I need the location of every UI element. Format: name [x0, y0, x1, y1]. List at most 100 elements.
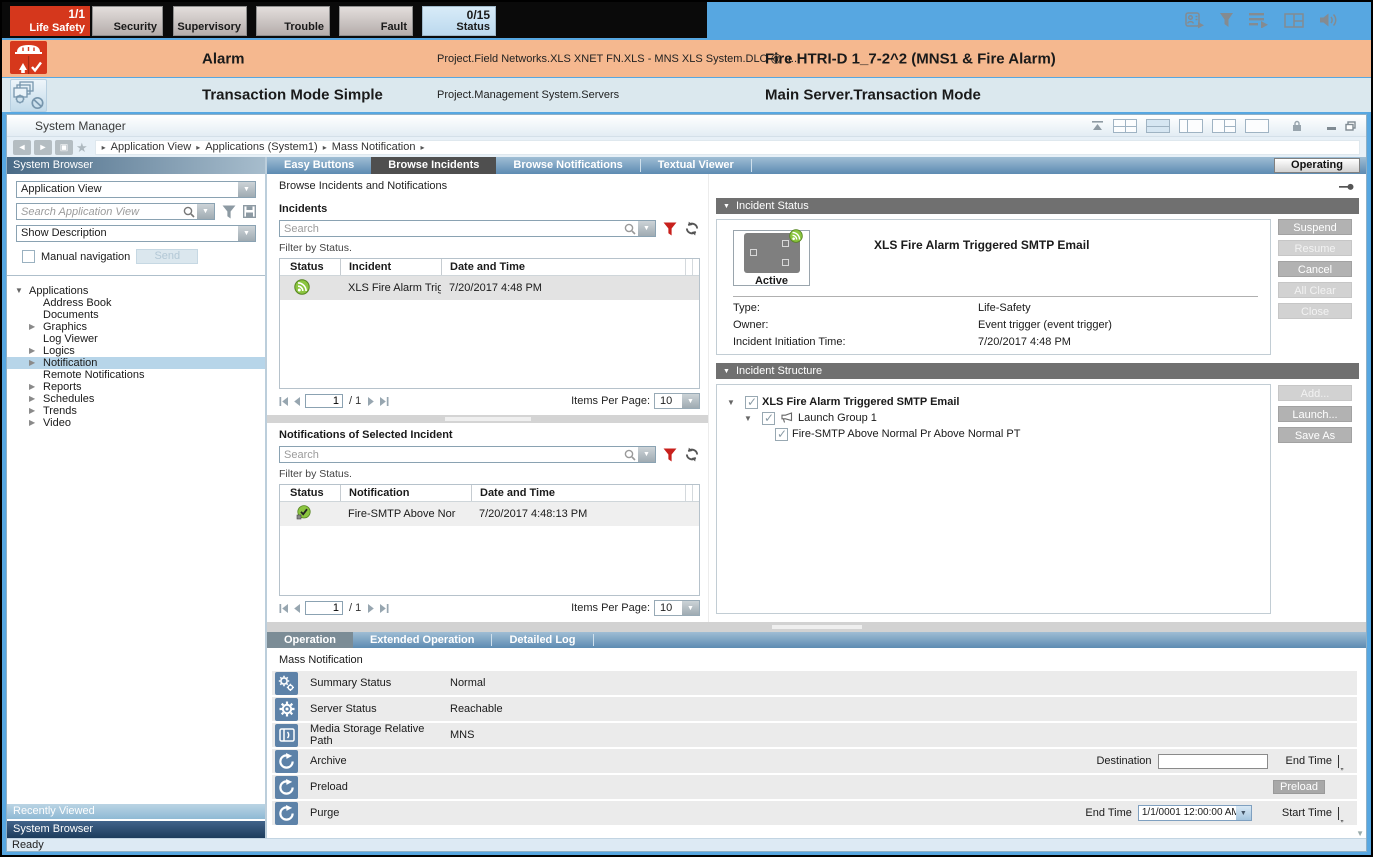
breadcrumb-item-mass-notification[interactable]: Mass Notification — [332, 141, 416, 153]
refresh-icon[interactable] — [684, 447, 700, 462]
suspend-button[interactable]: Suspend — [1278, 219, 1352, 235]
refresh-icon[interactable] — [684, 221, 700, 236]
tab-browse-notifications[interactable]: Browse Notifications — [496, 157, 639, 174]
destination-input[interactable] — [1158, 754, 1268, 769]
col-notification[interactable]: Notification — [340, 485, 471, 501]
tree-item-trends[interactable]: Trends — [7, 405, 265, 417]
structure-group-row[interactable]: Launch Group 1 — [727, 410, 1270, 426]
breadcrumb-item-applications[interactable]: Applications (System1) — [205, 141, 318, 153]
structure-checkbox[interactable] — [745, 396, 758, 409]
expander-icon[interactable] — [29, 381, 43, 393]
filter-icon[interactable] — [663, 448, 677, 462]
tab-detailed-log[interactable]: Detailed Log — [492, 632, 592, 648]
smoke-detector-icon[interactable] — [10, 41, 47, 74]
tree-item-graphics[interactable]: Graphics — [7, 321, 265, 333]
all-clear-button[interactable]: All Clear — [1278, 282, 1352, 298]
items-per-page-dropdown[interactable]: 10 — [654, 393, 700, 409]
layout-grid-icon[interactable] — [1113, 119, 1137, 133]
tree-item-applications[interactable]: Applications — [7, 285, 265, 297]
chevron-down-icon[interactable] — [682, 394, 699, 408]
cancel-button[interactable]: Cancel — [1278, 261, 1352, 277]
expander-icon[interactable] — [29, 417, 43, 429]
layout-left-icon[interactable] — [1179, 119, 1203, 133]
layout-mixed-icon[interactable] — [1212, 119, 1236, 133]
alarm-event-row[interactable]: Alarm Project.Field Networks.XLS XNET FN… — [2, 40, 1371, 77]
vertical-splitter[interactable] — [708, 174, 716, 622]
transaction-mode-icon[interactable] — [10, 79, 47, 112]
tree-item-logics[interactable]: Logics — [7, 345, 265, 357]
chevron-down-icon[interactable] — [238, 182, 255, 197]
trouble-button[interactable]: Trouble — [256, 6, 330, 36]
notification-row[interactable]: Fire-SMTP Above Nor 7/20/2017 4:48:13 PM — [280, 502, 699, 526]
gear-icon[interactable] — [275, 698, 298, 721]
prev-page-icon[interactable] — [293, 604, 301, 613]
expander-icon[interactable] — [727, 398, 741, 407]
forward-button[interactable]: ► — [34, 140, 52, 155]
security-button[interactable]: Security — [92, 6, 163, 36]
last-page-icon[interactable] — [379, 397, 389, 406]
purge-end-time-dropdown[interactable]: 1/1/0001 12:00:00 AM — [1138, 805, 1252, 821]
launch-button[interactable]: Launch... — [1278, 406, 1352, 422]
expander-icon[interactable] — [29, 345, 43, 357]
expander-icon[interactable] — [29, 405, 43, 417]
structure-checkbox[interactable] — [775, 428, 788, 441]
col-status[interactable]: Status — [280, 487, 340, 499]
incidents-search-input[interactable] — [280, 221, 624, 236]
structure-root-row[interactable]: XLS Fire Alarm Triggered SMTP Email — [727, 394, 1270, 410]
recently-viewed-tab[interactable]: Recently Viewed — [7, 804, 265, 819]
chevron-down-icon[interactable] — [197, 204, 214, 219]
tab-extended-operation[interactable]: Extended Operation — [353, 632, 492, 648]
view-dropdown[interactable]: Application View — [16, 181, 256, 198]
structure-leaf-row[interactable]: Fire-SMTP Above Normal Pr Above Normal P… — [727, 426, 1270, 442]
tree-item-address-book[interactable]: Address Book — [7, 297, 265, 309]
main-horizontal-splitter[interactable] — [267, 622, 1366, 632]
operator-icon[interactable] — [1185, 12, 1204, 29]
add-button[interactable]: Add... — [1278, 385, 1352, 401]
manual-navigation-checkbox[interactable] — [22, 250, 35, 263]
sidebar-search-input[interactable] — [17, 204, 183, 219]
chevron-down-icon[interactable] — [682, 601, 699, 615]
end-time-field[interactable] — [1338, 755, 1347, 768]
event-list-icon[interactable] — [1249, 12, 1269, 28]
notifications-search-input[interactable] — [280, 447, 624, 462]
tree-item-reports[interactable]: Reports — [7, 381, 265, 393]
next-page-icon[interactable] — [367, 397, 375, 406]
save-as-button[interactable]: Save As — [1278, 427, 1352, 443]
layout-hsplit-icon[interactable] — [1146, 119, 1170, 133]
incident-status-header[interactable]: ▼ Incident Status — [716, 198, 1359, 214]
expander-icon[interactable] — [29, 321, 43, 333]
chevron-down-icon[interactable] — [238, 226, 255, 241]
tab-easy-buttons[interactable]: Easy Buttons — [267, 157, 371, 174]
split-window-icon[interactable] — [1284, 13, 1304, 28]
col-incident[interactable]: Incident — [340, 259, 441, 275]
last-page-icon[interactable] — [379, 604, 389, 613]
items-per-page-dropdown[interactable]: 10 — [654, 600, 700, 616]
incident-structure-header[interactable]: ▼ Incident Structure — [716, 363, 1359, 379]
col-status[interactable]: Status — [280, 261, 340, 273]
page-number-input[interactable] — [305, 394, 343, 408]
send-button[interactable]: Send — [136, 249, 198, 264]
scroll-down-icon[interactable]: ▼ — [1356, 829, 1364, 838]
tree-item-remote-notifications[interactable]: Remote Notifications — [7, 369, 265, 381]
tab-operation[interactable]: Operation — [267, 632, 353, 648]
filter-icon[interactable] — [663, 222, 677, 236]
restore-icon[interactable] — [1345, 121, 1356, 131]
life-safety-button[interactable]: 1/1 Life Safety — [10, 6, 90, 36]
purge-icon[interactable] — [275, 802, 298, 825]
tree-item-log-viewer[interactable]: Log Viewer — [7, 333, 265, 345]
lock-icon[interactable] — [1292, 120, 1302, 132]
expander-icon[interactable] — [15, 285, 29, 297]
archive-icon[interactable] — [275, 750, 298, 773]
col-datetime[interactable]: Date and Time — [441, 259, 685, 275]
filter-icon[interactable] — [222, 205, 236, 219]
expander-icon[interactable] — [29, 357, 43, 369]
next-page-icon[interactable] — [367, 604, 375, 613]
preload-icon[interactable] — [275, 776, 298, 799]
collapse-icon[interactable] — [1091, 121, 1104, 131]
chevron-down-icon[interactable] — [638, 447, 655, 462]
incident-row[interactable]: XLS Fire Alarm Triggere 7/20/2017 4:48 P… — [280, 276, 699, 300]
save-icon[interactable] — [243, 205, 256, 218]
transaction-event-row[interactable]: Transaction Mode Simple Project.Manageme… — [2, 78, 1371, 112]
page-number-input[interactable] — [305, 601, 343, 615]
structure-checkbox[interactable] — [762, 412, 775, 425]
